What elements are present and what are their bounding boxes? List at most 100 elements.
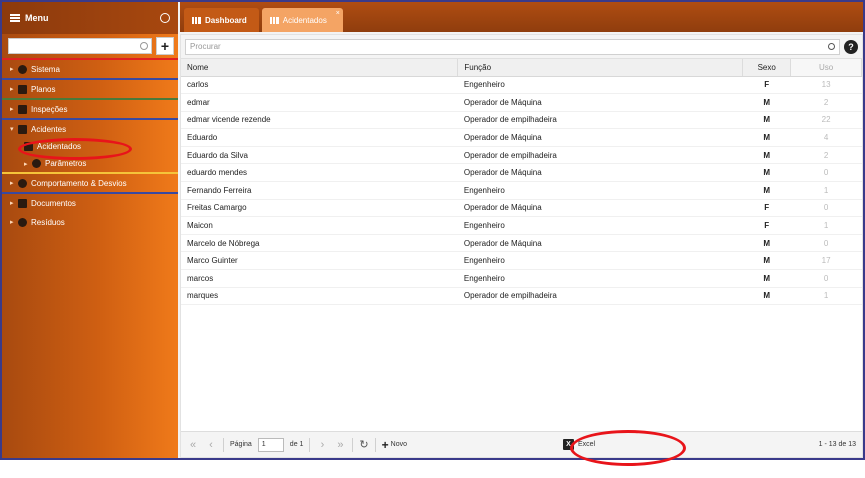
table-row[interactable]: Marcelo de Nóbrega Operador de Máquina M 0 [181, 234, 862, 253]
column-header-funcao[interactable]: Função [457, 59, 744, 77]
excel-icon: X [563, 439, 574, 450]
table-row[interactable]: Eduardo Operador de Máquina M 4 [181, 128, 862, 147]
excel-button[interactable]: X Excel [563, 439, 595, 450]
table-row[interactable]: edmar Operador de Máquina M 2 [181, 93, 862, 112]
tab-dashboard[interactable]: Dashboard [184, 8, 259, 32]
cell-uso: 1 [790, 216, 862, 235]
chevron-right-icon: ▸ [10, 66, 14, 73]
cell-sexo: F [742, 76, 791, 95]
cell-sexo: M [742, 251, 791, 271]
cell-sexo: F [742, 216, 791, 235]
table-row[interactable]: Eduardo da Silva Operador de empilhadeira… [181, 146, 862, 165]
document-icon [18, 198, 27, 208]
collapse-icon[interactable] [160, 13, 170, 23]
prev-page-icon[interactable]: ‹ [205, 439, 217, 451]
table-row[interactable]: Maicon Engenheiro F 1 [181, 216, 862, 235]
cell-uso: 2 [790, 146, 862, 165]
cell-uso: 13 [790, 76, 862, 95]
cell-nome: Eduardo [181, 128, 458, 147]
table-row[interactable]: marques Operador de empilhadeira M 1 [181, 287, 862, 306]
sidebar-item-sistema[interactable]: ▸ Sistema [2, 58, 178, 78]
plus-icon: + [381, 437, 389, 452]
sidebar-item-label: Sistema [31, 64, 60, 74]
table-row[interactable]: carlos Engenheiro F 13 [181, 76, 862, 95]
calendar-icon [18, 84, 27, 94]
table-row[interactable]: Fernando Ferreira Engenheiro M 1 [181, 181, 862, 200]
cell-sexo: M [742, 234, 791, 253]
divider [374, 437, 376, 452]
table-row[interactable]: eduardo mendes Operador de Máquina M 0 [181, 163, 862, 183]
cell-funcao: Operador de empilhadeira [457, 287, 743, 306]
column-header-nome[interactable]: Nome [181, 59, 459, 77]
cell-sexo: M [742, 146, 791, 165]
cell-uso: 1 [790, 181, 862, 200]
menu-icon[interactable] [10, 14, 20, 22]
tab-acidentados[interactable]: Acidentados × [261, 8, 343, 32]
cell-sexo: M [742, 269, 791, 288]
cell-funcao: Operador de empilhadeira [457, 146, 743, 165]
first-page-icon[interactable]: « [187, 439, 199, 451]
search-input[interactable]: Procurar [185, 38, 840, 55]
main-panel: Procurar ? Nome Função Sexo Uso carlos En… [180, 34, 863, 458]
sidebar-item-label: Documentos [31, 198, 76, 208]
sidebar-item-acidentados[interactable]: Acidentados [2, 138, 178, 155]
column-header-uso[interactable]: Uso [790, 59, 862, 77]
sidebar-item-documentos[interactable]: ▸ Documentos [2, 192, 178, 212]
cell-uso: 0 [790, 163, 862, 183]
sidebar-item-label: Acidentados [37, 142, 82, 151]
warning-icon [18, 178, 27, 188]
refresh-icon[interactable]: ↻ [359, 438, 368, 451]
cell-funcao: Operador de Máquina [457, 199, 743, 218]
cell-nome: Fernando Ferreira [181, 181, 458, 200]
table-row[interactable]: Freitas Camargo Operador de Máquina F 0 [181, 199, 862, 218]
divider [223, 437, 224, 452]
add-icon[interactable]: + [156, 37, 174, 55]
sidebar-item-residuos[interactable]: ▸ Resíduos [2, 212, 178, 232]
search-icon[interactable] [828, 42, 835, 50]
close-icon[interactable]: × [336, 10, 340, 17]
bar-chart-icon [192, 16, 201, 24]
sidebar: Menu + ▸ Sistema ▸ Planos ▸ Inspeções ▾ [2, 2, 178, 458]
column-header-sexo[interactable]: Sexo [742, 59, 792, 77]
last-page-icon[interactable]: » [334, 439, 346, 451]
tab-label: Dashboard [205, 15, 247, 25]
search-placeholder: Procurar [190, 42, 221, 51]
table-row[interactable]: edmar vicende rezende Operador de empilha… [181, 111, 862, 130]
cell-funcao: Operador de Máquina [457, 128, 743, 147]
recycle-icon [18, 217, 27, 227]
gear-icon [18, 64, 27, 74]
table-row[interactable]: marcos Engenheiro M 0 [181, 269, 862, 288]
page-label: Página [230, 441, 252, 448]
cell-uso: 1 [790, 287, 862, 306]
cell-nome: edmar [181, 93, 458, 112]
app-window: Menu + ▸ Sistema ▸ Planos ▸ Inspeções ▾ [0, 0, 865, 460]
cell-funcao: Engenheiro [457, 216, 743, 235]
new-button[interactable]: + Novo [382, 438, 407, 452]
sidebar-item-label: Resíduos [31, 217, 65, 227]
sidebar-item-label: Inspeções [31, 104, 68, 114]
cell-nome: Eduardo da Silva [181, 146, 458, 165]
clear-icon[interactable] [140, 42, 148, 50]
table-header-row: Nome Função Sexo Uso [181, 59, 862, 77]
page-number-input[interactable]: 1 [257, 437, 284, 452]
sidebar-search-input[interactable] [8, 38, 152, 54]
user-icon [24, 142, 33, 151]
table-row[interactable]: Marco Guinter Engenheiro M 17 [181, 251, 862, 271]
cell-uso: 22 [790, 111, 862, 130]
next-page-icon[interactable]: › [316, 439, 328, 451]
sidebar-item-inspecoes[interactable]: ▸ Inspeções [2, 98, 178, 118]
cell-nome: marcos [181, 269, 458, 288]
chevron-right-icon: ▸ [10, 219, 14, 226]
sidebar-item-parametros[interactable]: ▸ Parâmetros [2, 155, 178, 172]
cell-funcao: Engenheiro [457, 181, 743, 200]
help-icon[interactable]: ? [844, 39, 858, 54]
chevron-right-icon: ▸ [10, 200, 14, 207]
tab-label: Acidentados [282, 15, 327, 25]
group-icon [269, 16, 279, 24]
cell-sexo: F [742, 199, 791, 218]
cell-nome: marques [181, 287, 458, 306]
sidebar-item-planos[interactable]: ▸ Planos [2, 78, 178, 98]
pagination-bar: « ‹ Página 1 de 1 › » ↻ + Novo X Excel 1… [181, 431, 862, 457]
sidebar-item-comportamento[interactable]: ▸ Comportamento & Desvios [2, 172, 178, 192]
sidebar-item-acidentes[interactable]: ▾ Acidentes [2, 118, 178, 138]
